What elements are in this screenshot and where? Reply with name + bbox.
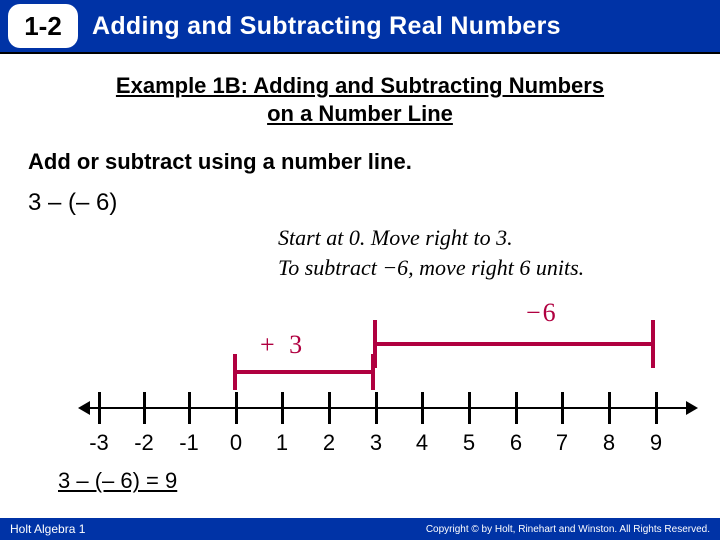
step-1: Start at 0. Move right to 3.: [278, 223, 692, 253]
tick-mark: [515, 392, 518, 424]
slide-footer: Holt Algebra 1 Copyright © by Holt, Rine…: [0, 518, 720, 540]
tick-mark: [281, 392, 284, 424]
tick-label: -1: [179, 430, 199, 456]
problem-expression: 3 – (– 6): [28, 189, 692, 217]
tick-mark: [98, 392, 101, 424]
example-title-line2: on a Number Line: [267, 101, 453, 126]
tick-mark: [375, 392, 378, 424]
tick-label: -2: [134, 430, 154, 456]
segment-minus-6-end-left: [373, 320, 377, 368]
segment-minus-6-end-right: [651, 320, 655, 368]
tick-label: -3: [89, 430, 109, 456]
tick-mark: [421, 392, 424, 424]
segment-plus-3: [235, 370, 375, 374]
label-plus-3: + 3: [260, 330, 306, 360]
tick-label: 7: [556, 430, 568, 456]
slide-header: 1-2 Adding and Subtracting Real Numbers: [0, 0, 720, 54]
number-line-axis: [88, 407, 688, 409]
tick-mark: [235, 392, 238, 424]
tick-label: 9: [650, 430, 662, 456]
example-title-line1: Example 1B: Adding and Subtracting Numbe…: [116, 73, 604, 98]
number-line-diagram: + 3 −6 -3 -2 -1 0 1 2 3 4 5 6 7 8 9: [28, 292, 692, 462]
tick-label: 1: [276, 430, 288, 456]
tick-label: 0: [230, 430, 242, 456]
slide-body: Example 1B: Adding and Subtracting Numbe…: [0, 54, 720, 494]
tick-mark: [188, 392, 191, 424]
segment-minus-6: [375, 342, 655, 346]
step-2: To subtract −6, move right 6 units.: [278, 253, 692, 283]
footer-left: Holt Algebra 1: [10, 522, 85, 536]
tick-label: 6: [510, 430, 522, 456]
instruction-text: Add or subtract using a number line.: [28, 149, 692, 175]
tick-mark: [655, 392, 658, 424]
example-title: Example 1B: Adding and Subtracting Numbe…: [28, 72, 692, 127]
tick-mark: [608, 392, 611, 424]
segment-plus-3-end-left: [233, 354, 237, 390]
answer-expression: 3 – (– 6) = 9: [58, 468, 692, 494]
footer-right: Copyright © by Holt, Rinehart and Winsto…: [426, 524, 710, 535]
tick-mark: [561, 392, 564, 424]
lesson-title: Adding and Subtracting Real Numbers: [92, 12, 561, 41]
tick-label: 3: [370, 430, 382, 456]
step-explanation: Start at 0. Move right to 3. To subtract…: [278, 223, 692, 282]
tick-label: 4: [416, 430, 428, 456]
tick-label: 5: [463, 430, 475, 456]
label-minus-6: −6: [526, 298, 558, 328]
tick-mark: [468, 392, 471, 424]
tick-mark: [328, 392, 331, 424]
tick-mark: [143, 392, 146, 424]
tick-label: 2: [323, 430, 335, 456]
section-number: 1-2: [24, 11, 62, 42]
tick-label: 8: [603, 430, 615, 456]
section-badge: 1-2: [8, 4, 78, 48]
